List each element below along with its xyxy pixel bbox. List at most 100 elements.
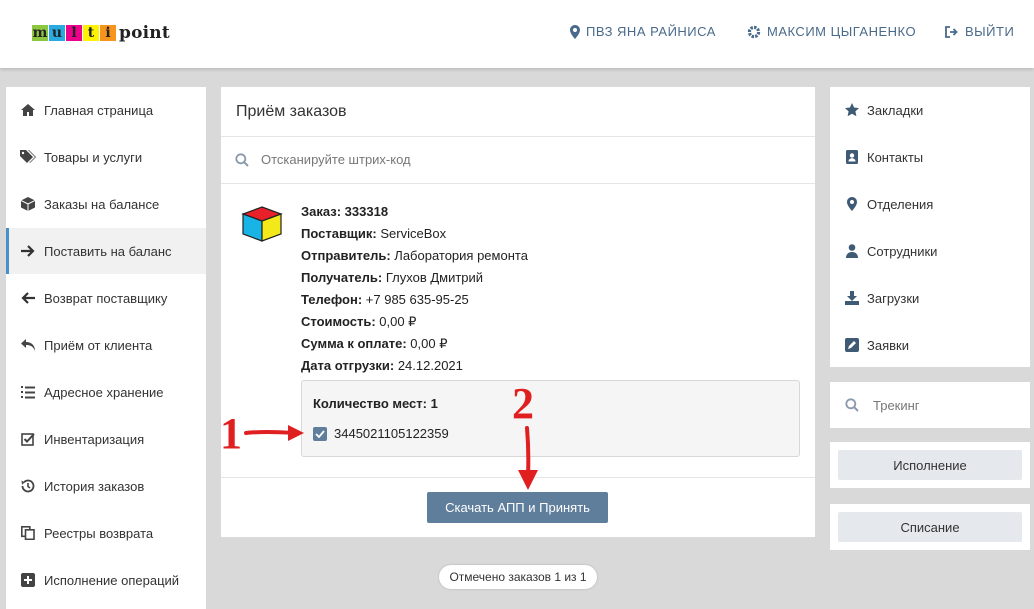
download-and-accept-button[interactable]: Скачать АПП и Принять <box>427 492 608 523</box>
places-box: Количество мест: 1 3445021105122359 <box>301 380 800 457</box>
sidebar-item-label: Исполнение операций <box>44 572 180 588</box>
order-field-cost: Стоимость: 0,00 ₽ <box>301 314 417 329</box>
execution-panel: Исполнение <box>830 442 1030 488</box>
package-cube-icon <box>241 206 283 242</box>
writeoff-panel: Списание <box>830 504 1030 550</box>
order-field-sender: Отправитель: Лаборатория ремонта <box>301 248 528 263</box>
logout-label: ВЫЙТИ <box>965 24 1015 39</box>
order-field-ship-date: Дата отгрузки: 24.12.2021 <box>301 358 463 373</box>
logo-letter: l <box>66 25 82 41</box>
address-book-icon <box>844 149 860 165</box>
map-marker-icon <box>844 196 860 212</box>
sidebar-item-put-on-balance[interactable]: Поставить на баланс <box>6 228 206 274</box>
places-count: Количество мест: 1 <box>313 396 438 411</box>
rightbar-item-label: Закладки <box>867 102 924 118</box>
star-icon <box>844 102 860 118</box>
multipoint-logo[interactable]: m u l t i point <box>32 23 170 43</box>
sidebar-item-operations[interactable]: Исполнение операций <box>6 557 206 603</box>
tags-icon <box>20 149 36 165</box>
selected-orders-counter: Отмечено заказов 1 из 1 <box>439 565 597 589</box>
tracking-placeholder: Трекинг <box>873 397 920 413</box>
order-info: Заказ: 333318 Поставщик: ServiceBox Отпр… <box>301 201 528 377</box>
page-title: Приём заказов <box>236 103 347 120</box>
order-field-phone: Телефон: +7 985 635-95-25 <box>301 292 469 307</box>
home-icon <box>20 102 36 118</box>
list-ol-icon <box>20 384 36 400</box>
reply-icon <box>20 337 36 353</box>
sidebar-item-return-registers[interactable]: Реестры возврата <box>6 510 206 556</box>
tracking-input[interactable]: Трекинг <box>830 382 1030 428</box>
download-icon <box>844 290 860 306</box>
annotation-number-1: 1 <box>220 409 242 458</box>
sidebar-item-client-receive[interactable]: Приём от клиента <box>6 322 206 368</box>
annotation-arrow-down <box>518 426 538 490</box>
rightbar-item-label: Отделения <box>867 196 934 212</box>
barcode-search-input[interactable]: Отсканируйте штрих-код <box>235 152 411 167</box>
arrow-left-icon <box>20 290 36 306</box>
order-field-recipient: Получатель: Глухов Дмитрий <box>301 270 484 285</box>
search-icon <box>845 398 859 412</box>
sidebar-item-label: Товары и услуги <box>44 149 143 165</box>
check-icon <box>315 430 325 438</box>
execution-button[interactable]: Исполнение <box>838 450 1022 480</box>
sidebar-item-goods[interactable]: Товары и услуги <box>6 134 206 180</box>
gear-icon <box>747 25 761 38</box>
rightbar-item-branches[interactable]: Отделения <box>830 181 1030 227</box>
logout-link[interactable]: ВЫЙТИ <box>945 24 1014 39</box>
sidebar-item-label: История заказов <box>44 478 145 494</box>
plus-square-icon <box>20 572 36 588</box>
pvz-link[interactable]: ПВЗ ЯНА РАЙНИСА <box>570 24 716 39</box>
sidebar-item-order-history[interactable]: История заказов <box>6 463 206 509</box>
edit-icon <box>844 337 860 353</box>
rightbar-item-label: Контакты <box>867 149 924 165</box>
left-sidebar: Главная страница Товары и услуги Заказы … <box>6 87 206 609</box>
arrow-right-icon <box>20 243 36 259</box>
logo-letter: u <box>49 25 65 41</box>
pvz-label: ПВЗ ЯНА РАЙНИСА <box>586 24 716 39</box>
sidebar-item-label: Заказы на балансе <box>44 196 160 212</box>
rightbar-item-bookmarks[interactable]: Закладки <box>830 87 1030 133</box>
logo-letter: m <box>32 25 48 41</box>
rightbar-item-downloads[interactable]: Загрузки <box>830 275 1030 321</box>
sidebar-item-label: Возврат поставщику <box>44 290 168 306</box>
search-icon <box>235 152 249 167</box>
user-label: МАКСИМ ЦЫГАНЕНКО <box>767 24 917 39</box>
sidebar-item-orders-balance[interactable]: Заказы на балансе <box>6 181 206 227</box>
search-placeholder: Отсканируйте штрих-код <box>261 152 411 167</box>
logo-text: point <box>119 23 170 43</box>
order-field-supplier: Поставщик: ServiceBox <box>301 226 447 241</box>
sidebar-item-label: Адресное хранение <box>44 384 164 400</box>
sidebar-item-label: Инвентаризация <box>44 431 145 447</box>
sidebar-item-address-storage[interactable]: Адресное хранение <box>6 369 206 415</box>
user-menu-link[interactable]: МАКСИМ ЦЫГАНЕНКО <box>747 24 916 39</box>
divider <box>221 136 815 137</box>
sidebar-item-home[interactable]: Главная страница <box>6 87 206 133</box>
sidebar-item-label: Приём от клиента <box>44 337 153 353</box>
copy-icon <box>20 525 36 541</box>
top-bar: m u l t i point ПВЗ ЯНА РАЙНИСА МАКСИМ Ц… <box>0 0 1034 68</box>
right-sidebar: Закладки Контакты Отделения Сотрудники З… <box>830 87 1030 367</box>
sidebar-item-inventory[interactable]: Инвентаризация <box>6 416 206 462</box>
rightbar-item-label: Загрузки <box>867 290 920 306</box>
cube-icon <box>20 196 36 212</box>
sidebar-item-return-supplier[interactable]: Возврат поставщику <box>6 275 206 321</box>
check-square-icon <box>20 431 36 447</box>
rightbar-item-label: Заявки <box>867 337 909 353</box>
annotation-arrow-right <box>244 425 304 441</box>
rightbar-item-requests[interactable]: Заявки <box>830 322 1030 368</box>
writeoff-button[interactable]: Списание <box>838 512 1022 542</box>
logo-letter: t <box>83 25 99 41</box>
sign-out-icon <box>945 25 958 38</box>
place-barcode: 3445021105122359 <box>334 426 449 441</box>
order-field-amount-due: Сумма к оплате: 0,00 ₽ <box>301 336 448 351</box>
user-icon <box>844 243 860 259</box>
rightbar-item-employees[interactable]: Сотрудники <box>830 228 1030 274</box>
place-checkbox[interactable] <box>313 427 327 441</box>
logo-letter: i <box>100 25 116 41</box>
rightbar-item-label: Сотрудники <box>867 243 938 259</box>
sidebar-item-label: Реестры возврата <box>44 525 154 541</box>
rightbar-item-contacts[interactable]: Контакты <box>830 134 1030 180</box>
sidebar-item-label: Поставить на баланс <box>44 243 172 259</box>
sidebar-item-label: Главная страница <box>44 102 154 118</box>
map-marker-icon <box>570 24 580 39</box>
